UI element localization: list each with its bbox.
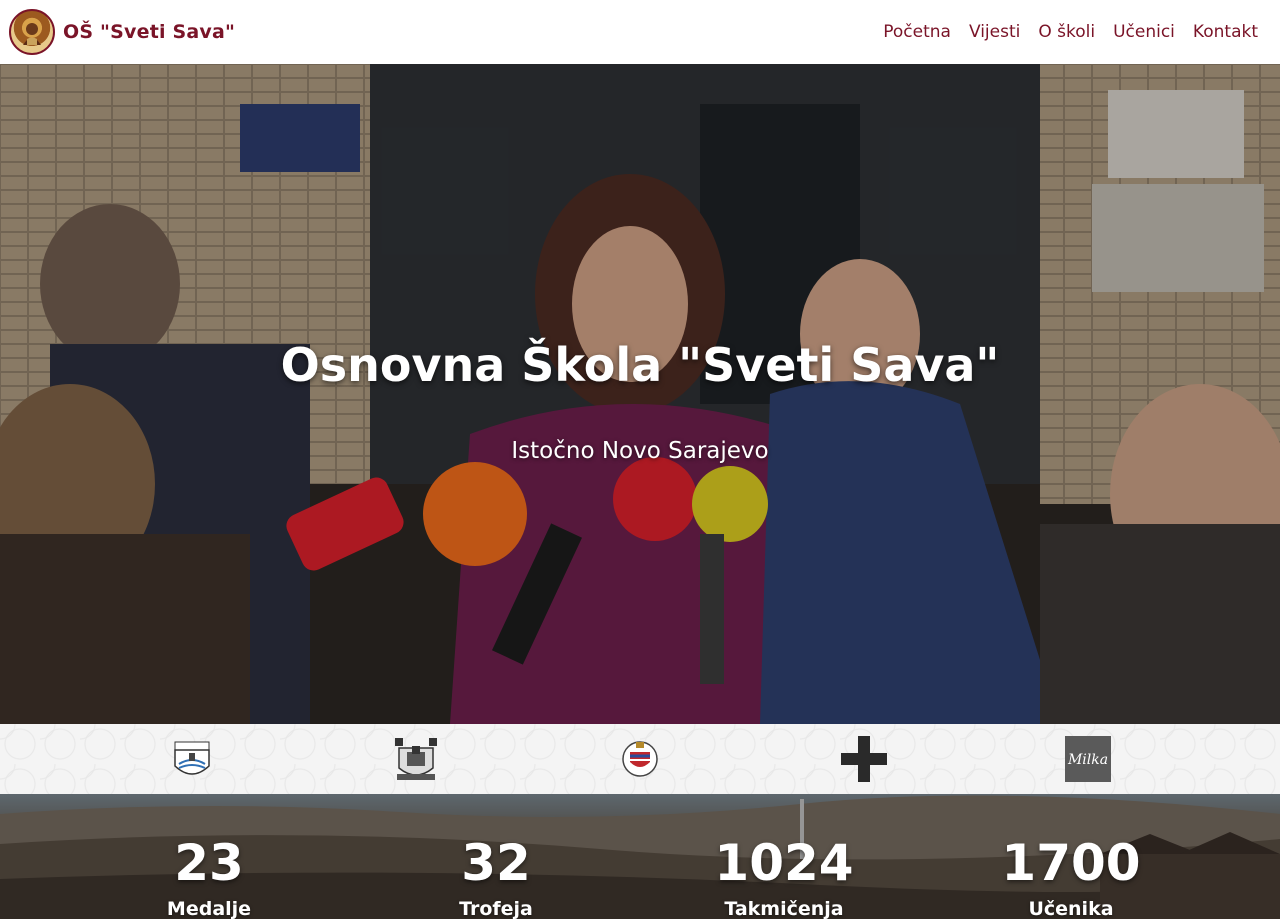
hero-section: Osnovna Škola "Sveti Sava" Istočno Novo … (0, 64, 1280, 724)
nav-item-pocetna[interactable]: Početna (883, 22, 951, 42)
stat-value: 1024 (714, 834, 854, 892)
stat-label: Trofeja (459, 898, 533, 919)
stat-label: Učenika (1028, 898, 1114, 919)
main-nav: Početna Vijesti O školi Učenici Kontakt (883, 22, 1258, 42)
nav-item-o-skoli[interactable]: O školi (1038, 22, 1095, 42)
svg-text:Milka: Milka (1067, 752, 1108, 768)
school-logo-icon (9, 9, 55, 55)
stat-ucenika: 1700 Učenika (961, 838, 1181, 919)
stat-label: Takmičenja (724, 898, 844, 919)
stat-value: 1700 (1001, 834, 1141, 892)
city-coat-of-arms-icon[interactable] (391, 734, 441, 784)
milka-logo-icon[interactable]: Milka (1063, 734, 1113, 784)
hero-overlay (0, 64, 1280, 724)
nav-item-ucenici[interactable]: Učenici (1113, 22, 1175, 42)
nav-item-kontakt[interactable]: Kontakt (1193, 22, 1258, 42)
hero-subtitle: Istočno Novo Sarajevo (511, 438, 769, 464)
stat-value: 32 (461, 834, 531, 892)
municipality-crest-icon[interactable] (167, 734, 217, 784)
stat-trofeja: 32 Trofeja (386, 838, 606, 919)
nav-item-vijesti[interactable]: Vijesti (969, 22, 1020, 42)
sponsors-strip: Milka (0, 724, 1280, 794)
brand-name: OŠ "Sveti Sava" (63, 21, 236, 43)
stat-label: Medalje (166, 898, 252, 919)
red-cross-plus-icon[interactable] (839, 734, 889, 784)
hero-title: Osnovna Škola "Sveti Sava" (280, 338, 1000, 392)
republic-seal-icon[interactable] (615, 734, 665, 784)
stats-section: 23 Medalje 32 Trofeja 1024 Takmičenja 17… (0, 794, 1280, 919)
stat-medalje: 23 Medalje (99, 838, 319, 919)
stat-takmicenja: 1024 Takmičenja (674, 838, 894, 919)
brand-link[interactable]: OŠ "Sveti Sava" (9, 9, 235, 55)
navbar: OŠ "Sveti Sava" Početna Vijesti O školi … (0, 0, 1280, 64)
stat-value: 23 (174, 834, 244, 892)
